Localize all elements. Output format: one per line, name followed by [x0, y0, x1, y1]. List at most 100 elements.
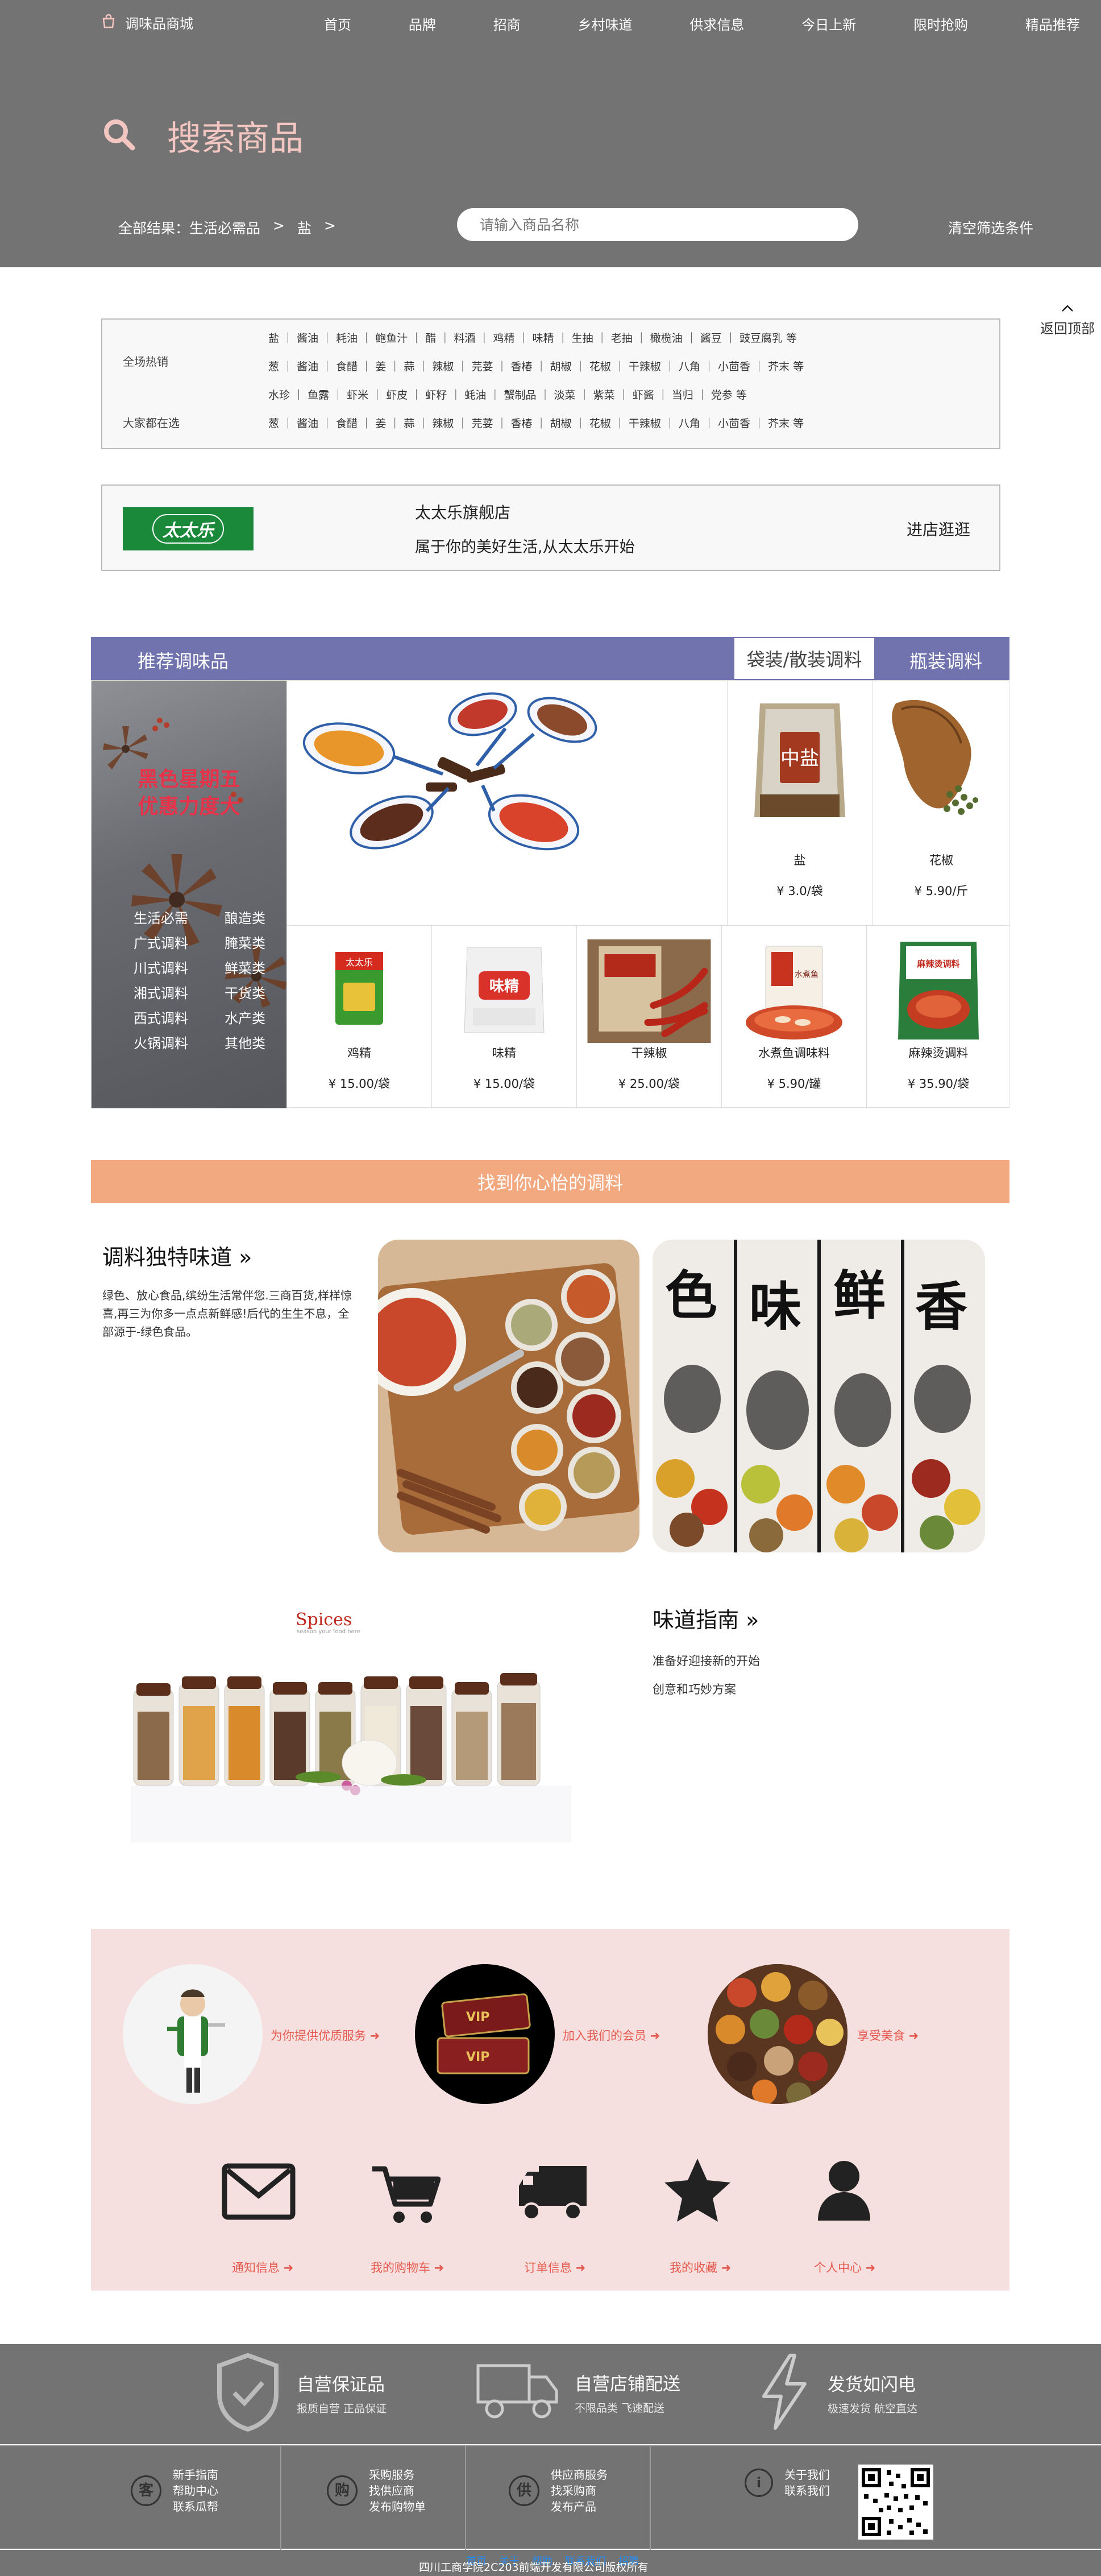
- category-item[interactable]: 广式调料: [134, 932, 188, 952]
- truck-icon[interactable]: [517, 2163, 588, 2225]
- nav-item[interactable]: 今日上新: [801, 14, 856, 34]
- vip-text: VIP: [466, 2010, 489, 2024]
- footer-link[interactable]: 关于我们: [784, 2467, 830, 2483]
- nav-item[interactable]: 首页: [324, 14, 351, 34]
- order-link[interactable]: 订单信息 ➜: [524, 2259, 585, 2276]
- footer-link[interactable]: 发布购物单: [369, 2499, 426, 2515]
- service-circle[interactable]: [123, 1964, 263, 2104]
- user-icon[interactable]: [816, 2159, 873, 2225]
- product-card[interactable]: 味精 味精 ¥ 15.00/袋: [431, 925, 576, 1108]
- footer-link[interactable]: 供应商服务: [551, 2467, 608, 2483]
- favorites-link[interactable]: 我的收藏 ➜: [670, 2259, 731, 2276]
- footer-link[interactable]: 采购服务: [369, 2467, 426, 2483]
- notification-link[interactable]: 通知信息 ➜: [232, 2259, 293, 2276]
- profile-link[interactable]: 个人中心 ➜: [814, 2259, 875, 2276]
- product-card[interactable]: 干辣椒 ¥ 25.00/袋: [576, 925, 721, 1108]
- breadcrumb-item[interactable]: 全部结果：生活必需品: [118, 217, 260, 238]
- spoons-banner[interactable]: [286, 681, 727, 925]
- keyword-row[interactable]: 盐 ｜ 酱油 ｜ 耗油 ｜ 鲍鱼汁 ｜ 醋 ｜ 料酒 ｜ 鸡精 ｜ 味精 ｜ 生…: [268, 330, 797, 345]
- category-item[interactable]: 湘式调料: [134, 982, 188, 1002]
- nav-item[interactable]: 限时抢购: [913, 14, 968, 34]
- product-price: ¥ 5.90/罐: [767, 1077, 821, 1091]
- unique-taste-link[interactable]: 调料独特味道 »: [102, 1240, 252, 1271]
- tab-bottle-seasoning[interactable]: 瓶装调料: [909, 647, 982, 673]
- pack-label: 味精: [489, 978, 519, 995]
- service-link[interactable]: 为你提供优质服务 ➜: [271, 2027, 380, 2044]
- spice-board-image[interactable]: [378, 1240, 639, 1552]
- bag-icon: [101, 14, 116, 32]
- category-item[interactable]: 火锅调料: [134, 1032, 188, 1052]
- clear-filters-button[interactable]: 清空筛选条件: [948, 217, 1033, 238]
- nav-item[interactable]: 招商: [493, 14, 521, 34]
- hot-label: 全场热销: [123, 355, 168, 368]
- footer-link[interactable]: 联系我们: [784, 2483, 830, 2499]
- nav-item[interactable]: 精品推荐: [1025, 14, 1080, 34]
- keyword-row[interactable]: 葱 ｜ 酱油 ｜ 食醋 ｜ 姜 ｜ 蒜 ｜ 辣椒 ｜ 芫荽 ｜ 香椿 ｜ 胡椒 …: [268, 415, 804, 430]
- product-image: 太太乐: [335, 952, 383, 1025]
- category-item[interactable]: 其他类: [225, 1032, 265, 1052]
- vip-circle[interactable]: VIP VIP: [415, 1964, 555, 2104]
- spice-board-graphic: [378, 1240, 639, 1552]
- category-item[interactable]: 干货类: [225, 982, 265, 1002]
- food-circle[interactable]: [708, 1964, 847, 2104]
- shop-logo[interactable]: 太太乐: [123, 507, 254, 550]
- product-price: ¥ 35.90/袋: [907, 1077, 970, 1091]
- footer-link[interactable]: 帮助中心: [173, 2483, 218, 2499]
- keyword-row[interactable]: 水珍 ｜ 鱼露 ｜ 虾米 ｜ 虾皮 ｜ 虾籽 ｜ 蚝油 ｜ 蟹制品 ｜ 淡菜 ｜…: [268, 387, 747, 402]
- back-to-top-button[interactable]: 返回顶部: [1040, 301, 1095, 337]
- product-card[interactable]: 水煮鱼 水煮鱼调味料 ¥ 5.90/罐: [721, 925, 866, 1108]
- breadcrumb-item[interactable]: 盐: [297, 217, 311, 238]
- assurance-item[interactable]: 自营保证品 报质自营 正品保证: [214, 2352, 387, 2434]
- product-card[interactable]: 花椒 ¥ 5.90/斤: [872, 681, 1010, 925]
- star-icon[interactable]: [662, 2156, 733, 2227]
- keyword-row[interactable]: 葱 ｜ 酱油 ｜ 食醋 ｜ 姜 ｜ 蒜 ｜ 辣椒 ｜ 芫荽 ｜ 香椿 ｜ 胡椒 …: [268, 358, 804, 374]
- spice-jars-image[interactable]: Spices season your food here: [131, 1604, 571, 1879]
- site-logo[interactable]: 调味品商城: [101, 13, 193, 32]
- site-name: 调味品商城: [125, 16, 193, 32]
- assurance-item[interactable]: 自营店铺配送 不限品类 飞速配送: [475, 2361, 680, 2423]
- lightning-icon: [756, 2352, 813, 2434]
- category-item[interactable]: 鲜菜类: [225, 957, 265, 977]
- recommend-header: 推荐调味品 袋装/散装调料 瓶装调料: [91, 637, 1009, 680]
- taste-guide-link[interactable]: 味道指南 »: [653, 1602, 759, 1634]
- category-sidebar: 黑色星期五 优惠力度大 生活必需 酿造类 广式调料 腌菜类 川式调料 鲜菜类 湘…: [92, 681, 286, 1108]
- pack-label: 太太乐: [346, 957, 373, 968]
- footer-link[interactable]: 新手指南: [173, 2467, 218, 2483]
- footer-link[interactable]: 联系瓜帮: [173, 2499, 218, 2515]
- cart-link[interactable]: 我的购物车 ➜: [371, 2259, 444, 2276]
- category-item[interactable]: 腌菜类: [225, 932, 265, 952]
- envelope-icon[interactable]: [222, 2163, 296, 2222]
- info-icon: i: [745, 2469, 773, 2497]
- footer-group: 客 新手指南 帮助中心 联系瓜帮: [131, 2467, 218, 2515]
- category-item[interactable]: 西式调料: [134, 1007, 188, 1027]
- food-link[interactable]: 享受美食 ➜: [857, 2027, 919, 2044]
- search-input[interactable]: [457, 208, 858, 241]
- footer-link[interactable]: 找采购商: [551, 2483, 608, 2499]
- header: 调味品商城 首页 品牌 招商 乡村味道 供求信息 今日上新 限时抢购 精品推荐 …: [0, 0, 1101, 267]
- product-card[interactable]: 太太乐 鸡精 ¥ 15.00/袋: [286, 925, 431, 1108]
- shop-slogan: 属于你的美好生活,从太太乐开始: [415, 539, 635, 556]
- enter-shop-button[interactable]: 进店逛逛: [907, 517, 970, 540]
- cart-icon[interactable]: [369, 2163, 441, 2228]
- spices-tagline: season your food here: [297, 1629, 360, 1635]
- nav-item[interactable]: 供求信息: [689, 14, 744, 34]
- assurance-item[interactable]: 发货如闪电 极速发货 航空直达: [756, 2352, 917, 2434]
- product-card[interactable]: 麻辣烫调料 麻辣烫调料 ¥ 35.90/袋: [866, 925, 1010, 1108]
- footer-link[interactable]: 找供应商: [369, 2483, 426, 2499]
- category-item[interactable]: 川式调料: [134, 957, 188, 977]
- nav-item[interactable]: 品牌: [409, 14, 436, 34]
- product-card[interactable]: 中盐 盐 ¥ 3.0/袋: [727, 681, 872, 925]
- shop-name[interactable]: 太太乐旗舰店: [415, 500, 510, 523]
- promo-text[interactable]: 黑色星期五 优惠力度大: [92, 766, 286, 821]
- member-link[interactable]: 加入我们的会员 ➜: [563, 2027, 660, 2044]
- category-item[interactable]: 生活必需: [134, 907, 188, 927]
- color-taste-poster[interactable]: 色 味 鲜 香: [653, 1240, 985, 1552]
- category-item[interactable]: 水产类: [225, 1007, 265, 1027]
- assurance-title: 自营保证品: [297, 2375, 385, 2395]
- vip-text: VIP: [466, 2050, 489, 2064]
- tab-bag-seasoning[interactable]: 袋装/散装调料: [733, 637, 875, 680]
- category-item[interactable]: 酿造类: [225, 907, 265, 927]
- footer-link[interactable]: 发布产品: [551, 2499, 608, 2515]
- unique-taste-text: 绿色、放心食品,缤纷生活常伴您.三商百货,样样惊喜,再三为你多一点点新鲜感!后代…: [102, 1289, 352, 1339]
- nav-item[interactable]: 乡村味道: [578, 14, 633, 34]
